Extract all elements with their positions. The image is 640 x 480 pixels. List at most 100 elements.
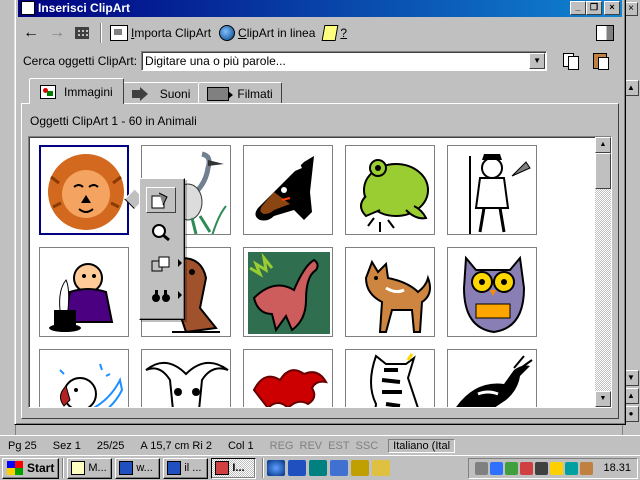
status-est[interactable]: EST: [328, 440, 349, 452]
forward-arrow-icon[interactable]: →: [45, 22, 71, 44]
dialog-title: Inserisci ClipArt: [38, 1, 131, 15]
gallery-scroll-thumb[interactable]: [595, 153, 611, 189]
taskbar-separator: [262, 458, 265, 478]
find-similar-button[interactable]: [146, 283, 182, 309]
tray-antivirus-icon[interactable]: [520, 461, 534, 475]
tab-filmati[interactable]: Filmati: [198, 82, 282, 104]
clipart-frog[interactable]: [345, 145, 435, 235]
tray-speaker-icon[interactable]: [535, 461, 549, 475]
clipart-magician[interactable]: [39, 247, 129, 337]
grid-icon: [75, 27, 89, 39]
status-pages: 25/25: [96, 439, 125, 452]
clipart-cattle-skull[interactable]: [141, 349, 231, 407]
clipart-online-button[interactable]: ClipArt in linea: [215, 22, 319, 44]
help-icon: [321, 25, 339, 41]
back-arrow-icon[interactable]: ←: [19, 22, 45, 44]
windows-logo-icon: [7, 461, 23, 475]
status-rev[interactable]: REV: [300, 440, 323, 452]
gallery-scroll-up-icon[interactable]: ▲: [595, 137, 611, 153]
minimize-button[interactable]: _: [570, 1, 586, 15]
dialog-titlebar[interactable]: Inserisci ClipArt _ ❐ ×: [18, 0, 622, 17]
tray-scheduler-icon[interactable]: [565, 461, 579, 475]
import-icon: [110, 25, 128, 41]
combo-dropdown-icon[interactable]: ▼: [529, 53, 546, 69]
import-clipart-button[interactable]: Importa ClipArt: [106, 22, 215, 44]
search-label: Cerca oggetti ClipArt:: [23, 54, 138, 68]
paste-icon[interactable]: [591, 51, 611, 71]
taskbar-item-label: I...: [232, 462, 245, 474]
search-input[interactable]: Digitare una o più parole...: [142, 54, 529, 68]
gallery-scroll-down-icon[interactable]: ▼: [595, 391, 611, 407]
clipart-horse[interactable]: [243, 145, 333, 235]
preview-clip-button[interactable]: [146, 219, 176, 245]
online-label-accel: C: [238, 26, 247, 40]
word-icon: [119, 461, 134, 475]
search-combo[interactable]: Digitare una o più parole... ▼: [141, 51, 548, 71]
taskbar-clock[interactable]: 18.31: [603, 462, 631, 474]
clipart-zebra[interactable]: [345, 349, 435, 407]
clip-popup-menu: [139, 178, 185, 320]
outlook-icon[interactable]: [288, 460, 307, 476]
gallery-scrollbar[interactable]: ▲ ▼: [595, 137, 611, 407]
status-section: Sez 1: [52, 439, 81, 452]
clipart-gallery: ▲ ▼: [28, 136, 612, 408]
tray-task-icon[interactable]: [550, 461, 564, 475]
tray-monitor-icon[interactable]: [475, 461, 489, 475]
clipart-antelope[interactable]: [447, 349, 537, 407]
notepad-icon[interactable]: [372, 460, 391, 476]
tab-immagini[interactable]: Immagini: [29, 78, 124, 104]
word-close-icon[interactable]: ×: [624, 2, 638, 16]
clipart-toolbar: ← → Importa ClipArt ClipArt in linea ?: [19, 20, 621, 46]
word-icon: [167, 461, 182, 475]
status-language[interactable]: Italiano (Ital: [388, 438, 456, 453]
status-ssc[interactable]: SSC: [356, 440, 379, 452]
speaker-icon: [131, 86, 152, 101]
binoculars-icon: [152, 290, 170, 302]
add-to-category-button[interactable]: [146, 251, 182, 277]
clipart-dragon[interactable]: [243, 349, 333, 407]
find-icon[interactable]: [351, 460, 370, 476]
tray-globe-icon[interactable]: [505, 461, 519, 475]
internet-explorer-icon[interactable]: [267, 460, 286, 476]
all-categories-button[interactable]: [71, 22, 96, 44]
desktop-icon[interactable]: [309, 460, 328, 476]
close-button[interactable]: ×: [604, 1, 620, 15]
status-position: A 15,7 cm Ri 2: [140, 439, 212, 452]
window-size-icon: [596, 25, 614, 41]
taskbar-item-label: il ...: [184, 462, 202, 474]
restore-button[interactable]: ❐: [586, 1, 602, 15]
help-button[interactable]: ?: [319, 22, 351, 44]
taskbar-item-3[interactable]: il ...: [163, 457, 209, 479]
import-label: mporta ClipArt: [134, 26, 212, 40]
tray-network-icon[interactable]: [490, 461, 504, 475]
clipart-app-icon: [21, 1, 35, 15]
change-window-size-button[interactable]: [592, 22, 621, 44]
status-reg[interactable]: REG: [270, 440, 294, 452]
word-status-bar: Pg 25 Sez 1 25/25 A 15,7 cm Ri 2 Col 1 R…: [0, 435, 640, 455]
clipart-farmer[interactable]: [447, 145, 537, 235]
taskbar-item-2[interactable]: w...: [115, 457, 161, 479]
quick-launch: [267, 460, 391, 476]
clipart-dinosaur[interactable]: [243, 247, 333, 337]
clipart-akita[interactable]: [345, 247, 435, 337]
tray-office-icon[interactable]: [580, 461, 594, 475]
taskbar-item-1[interactable]: M...: [67, 457, 113, 479]
globe-icon: [219, 25, 236, 41]
clipart-lion[interactable]: [39, 145, 129, 235]
tab-suoni[interactable]: Suoni: [122, 82, 200, 104]
submenu-arrow-icon: [178, 259, 182, 267]
picture-icon: [40, 84, 56, 99]
media-tabs: Immagini Suoni Filmati: [29, 78, 282, 104]
status-column: Col 1: [227, 439, 254, 452]
clipart-icon: [215, 461, 230, 475]
clipart-puppy[interactable]: [39, 349, 129, 407]
tab-filmati-label: Filmati: [237, 86, 273, 101]
start-button[interactable]: Start: [2, 457, 60, 479]
copy-icon[interactable]: [561, 51, 581, 71]
insert-clip-button[interactable]: [146, 187, 176, 213]
taskbar-item-4[interactable]: I...: [211, 457, 257, 479]
channels-icon[interactable]: [330, 460, 349, 476]
category-icon: [151, 256, 170, 272]
insert-clipart-dialog: Inserisci ClipArt _ ❐ × ← → Importa Clip…: [14, 0, 626, 425]
clipart-owl[interactable]: [447, 247, 537, 337]
